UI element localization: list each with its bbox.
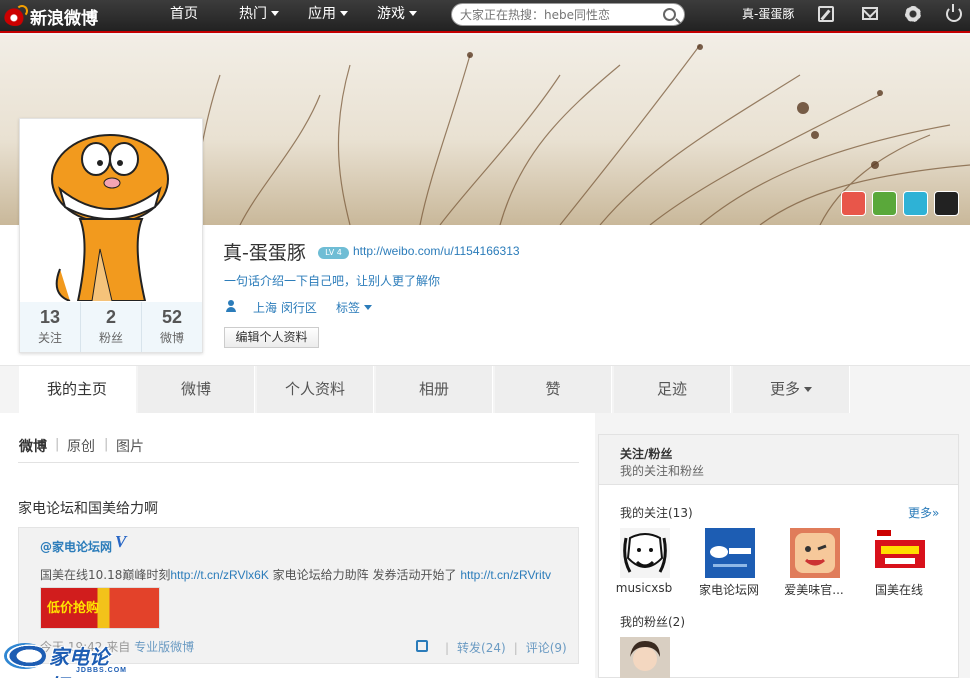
tab-footprints[interactable]: 足迹 — [614, 366, 731, 413]
search-icon[interactable] — [663, 8, 676, 21]
following-avatar-4[interactable] — [875, 528, 925, 578]
chevron-down-icon — [804, 387, 812, 392]
fans-count[interactable]: 2 粉丝 — [81, 302, 142, 352]
repost-actions: | 转发(24) | 评论(9) — [445, 641, 567, 655]
tab-weibo[interactable]: 微博 — [138, 366, 255, 413]
following-label[interactable]: 我的关注(13) — [620, 504, 693, 521]
profile-counts: 13 关注 2 粉丝 52 微博 — [20, 302, 202, 352]
profile-name: 真-蛋蛋豚 — [223, 242, 306, 264]
edit-profile-button[interactable]: 编辑个人资料 — [224, 327, 319, 348]
following-count[interactable]: 13 关注 — [20, 302, 81, 352]
repost-count-link[interactable]: 转发(24) — [457, 641, 506, 655]
followers-label[interactable]: 我的粉丝(2) — [620, 613, 685, 630]
download-badge-icon[interactable] — [841, 191, 866, 216]
logo-text: 新浪微博 — [30, 9, 98, 29]
follow-fans-panel: 关注/粉丝 我的关注和粉丝 我的关注(13) 更多» musicxsb 家电论坛… — [598, 434, 959, 678]
post-text: 家电论坛和国美给力啊 — [18, 501, 158, 517]
more-following-link[interactable]: 更多» — [908, 504, 939, 521]
profile-location[interactable]: 上海 闵行区 — [253, 299, 317, 316]
following-name-3[interactable]: 爱美味官... — [772, 581, 856, 598]
divider — [18, 462, 579, 463]
repost-body: 国美在线10.18巅峰时刻http://t.cn/zRVlx6K 家电论坛给力助… — [40, 568, 552, 582]
jdbbs-watermark: 家电论坛 JDBBS.COM — [4, 640, 128, 678]
weibo-logo[interactable]: 新浪微博 — [4, 4, 98, 29]
filter-images[interactable]: 图片 — [116, 436, 144, 456]
chevron-down-icon — [409, 11, 417, 16]
following-name-2[interactable]: 家电论坛网 — [687, 581, 771, 598]
jdbbs-logo-icon — [4, 643, 46, 669]
profile-url[interactable]: http://weibo.com/u/1154166313 — [353, 244, 520, 258]
profile-tabs: 我的主页 微博 个人资料 相册 赞 足迹 更多 — [0, 365, 970, 413]
edit-icon[interactable] — [818, 6, 834, 22]
repost-link-2[interactable]: http://t.cn/zRVritv — [460, 568, 551, 582]
following-avatar-2[interactable] — [705, 528, 755, 578]
filter-weibo[interactable]: 微博 — [19, 436, 47, 456]
android-badge-icon[interactable] — [872, 191, 897, 216]
profile-tag-dropdown[interactable]: 标签 — [336, 299, 373, 316]
profile-intro[interactable]: 一句话介绍一下自己吧，让别人更了解你 — [224, 272, 440, 289]
mail-icon[interactable] — [862, 7, 878, 20]
love-nba-badge-icon[interactable] — [934, 191, 959, 216]
filter-separator: | — [55, 437, 60, 452]
panel-title: 关注/粉丝 — [620, 447, 673, 461]
weibo-eye-icon — [4, 4, 28, 26]
following-name-1[interactable]: musicxsb — [602, 581, 686, 595]
following-avatar-1[interactable] — [620, 528, 670, 578]
follower-avatar-1[interactable] — [620, 637, 670, 678]
search-box — [451, 3, 685, 26]
avatar-card: 13 关注 2 粉丝 52 微博 — [19, 118, 203, 353]
repost-source[interactable]: 专业版微博 — [134, 640, 194, 654]
nav-link-hot[interactable]: 热门 — [239, 0, 279, 31]
tab-my-home[interactable]: 我的主页 — [19, 366, 136, 413]
following-name-4[interactable]: 国美在线 — [857, 581, 941, 598]
person-icon — [226, 300, 236, 312]
thumbs-up-icon[interactable] — [416, 640, 428, 652]
weibo-count[interactable]: 52 微博 — [142, 302, 202, 352]
filter-separator: | — [104, 437, 109, 452]
tab-profile[interactable]: 个人资料 — [257, 366, 374, 413]
repost-link-1[interactable]: http://t.cn/zRVlx6K — [170, 568, 269, 582]
tab-likes[interactable]: 赞 — [495, 366, 612, 413]
power-icon[interactable] — [946, 4, 962, 22]
panel-subtitle: 我的关注和粉丝 — [620, 464, 705, 478]
verified-badge-icon[interactable]: V — [115, 532, 126, 552]
search-input[interactable] — [460, 6, 656, 23]
panel-header: 关注/粉丝 我的关注和粉丝 — [599, 435, 958, 485]
level-badge[interactable]: LV 4 — [318, 247, 349, 259]
nav-username[interactable]: 真-蛋蛋豚 — [742, 0, 794, 31]
chevron-down-icon — [340, 11, 348, 16]
tab-more[interactable]: 更多 — [733, 366, 850, 413]
comment-count-link[interactable]: 评论(9) — [526, 641, 567, 655]
filter-original[interactable]: 原创 — [67, 436, 95, 456]
nav-link-apps[interactable]: 应用 — [308, 0, 348, 31]
avatar[interactable] — [20, 119, 202, 301]
following-avatar-3[interactable] — [790, 528, 840, 578]
repost-thumbnail[interactable]: 低价抢购 — [40, 587, 160, 629]
tab-album[interactable]: 相册 — [376, 366, 493, 413]
nav-link-home[interactable]: 首页 — [170, 0, 198, 31]
chevron-down-icon — [364, 305, 373, 310]
chevron-down-icon — [271, 11, 279, 16]
repost-user-link[interactable]: @家电论坛网 — [40, 538, 112, 555]
top-nav-bar: 新浪微博 首页 热门 应用 游戏 真-蛋蛋豚 — [0, 0, 970, 33]
badge-list — [841, 191, 959, 216]
tablet-badge-icon[interactable] — [903, 191, 928, 216]
gear-icon[interactable] — [905, 6, 921, 22]
nav-link-games[interactable]: 游戏 — [377, 0, 417, 31]
